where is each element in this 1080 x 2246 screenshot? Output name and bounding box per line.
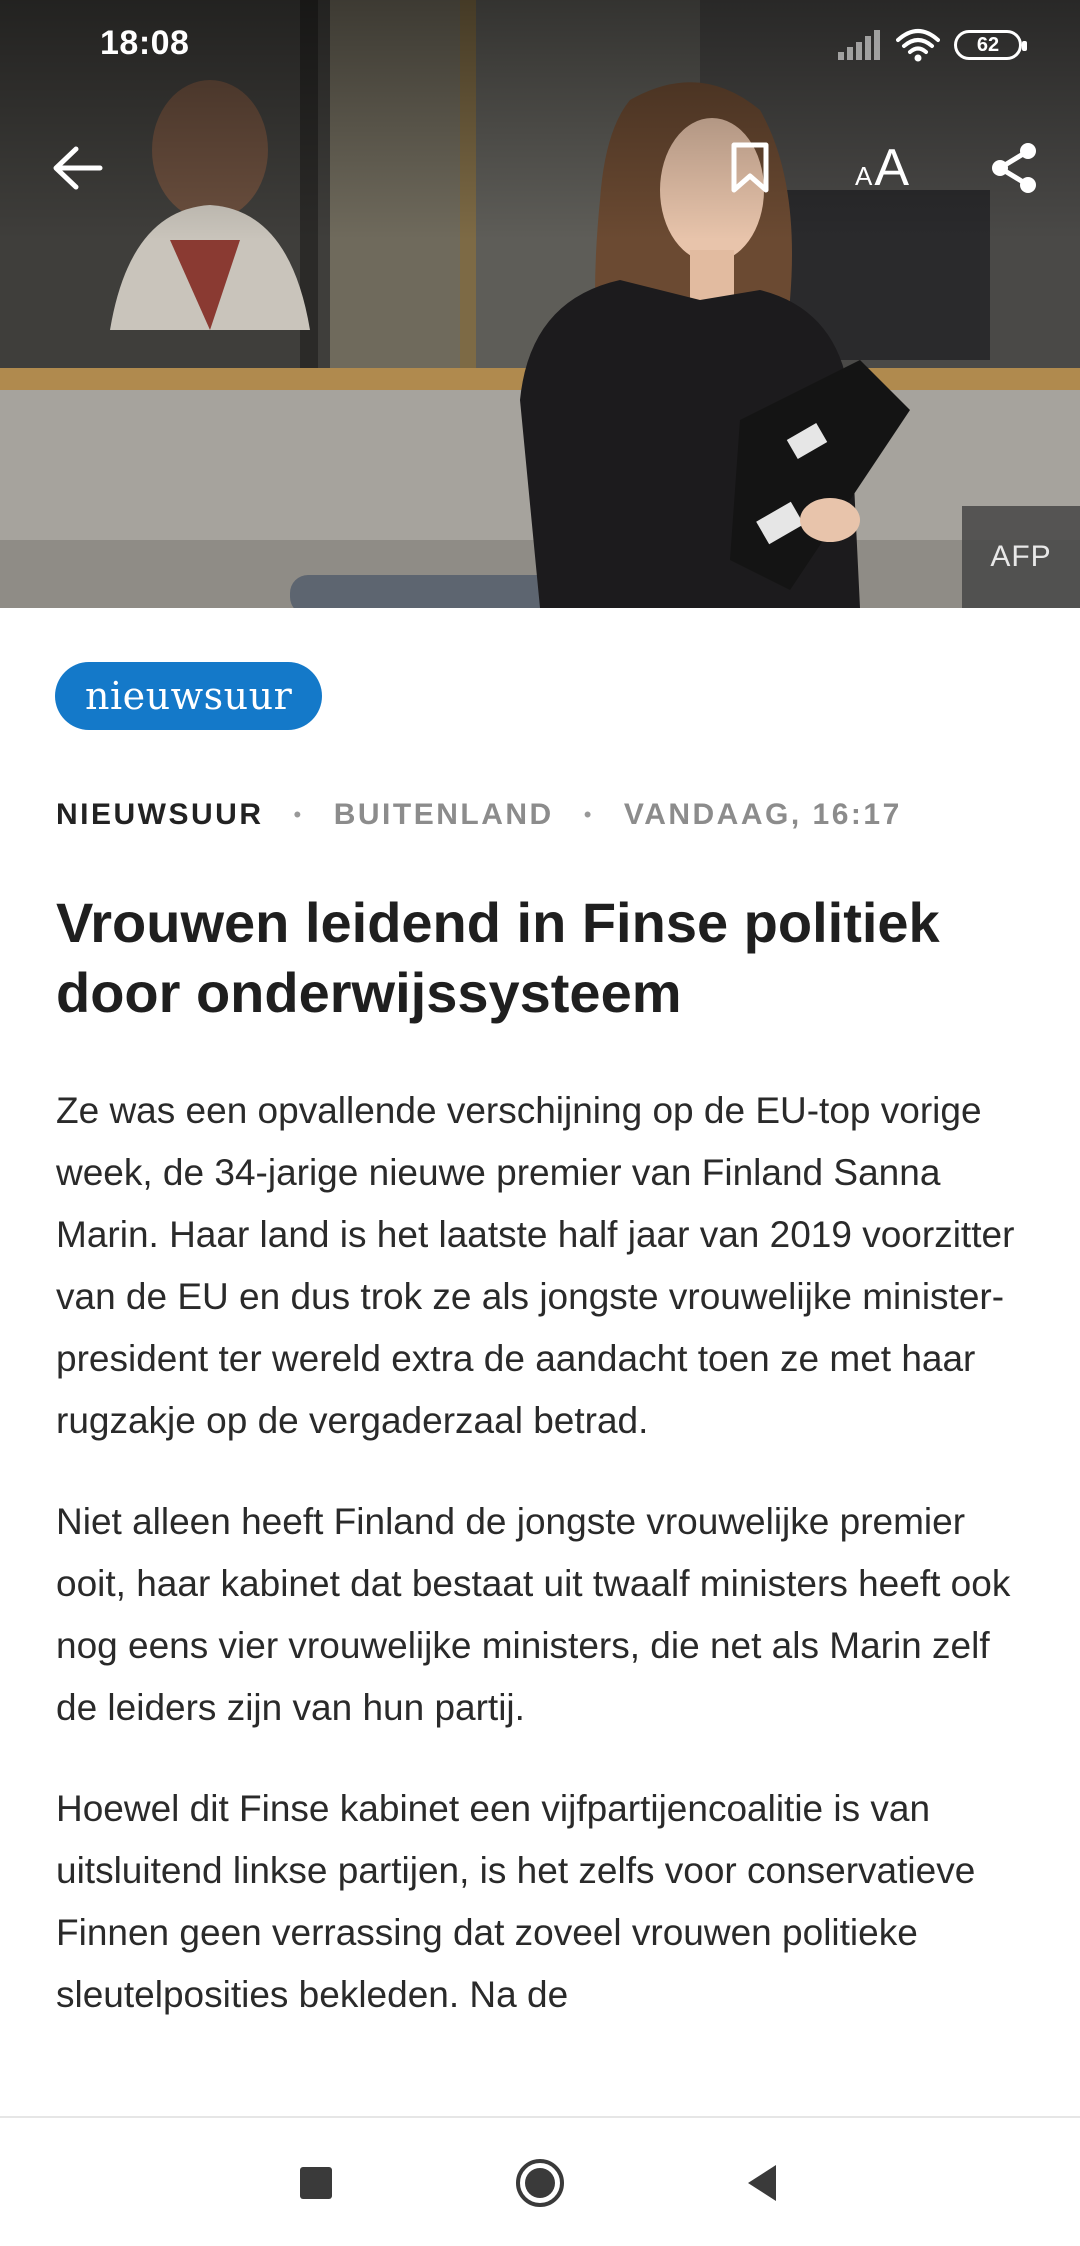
signal-icon <box>838 30 880 60</box>
article-paragraph: Niet alleen heeft Finland de jongste vro… <box>56 1501 1011 1728</box>
meta-separator: • <box>583 802 594 827</box>
article-screen: 18:08 62 A A AFP nieuwsuur NIEUWSUUR • B… <box>0 0 1080 2246</box>
status-time: 18:08 <box>100 24 190 62</box>
nav-back-button[interactable] <box>722 2148 802 2218</box>
bookmark-button[interactable] <box>702 120 798 216</box>
bookmark-icon <box>731 142 769 193</box>
article-source[interactable]: NIEUWSUUR <box>56 798 264 832</box>
font-size-icon: A A <box>854 139 910 197</box>
status-icons: 62 <box>838 28 1027 62</box>
status-bar: 18:08 62 <box>0 0 1080 96</box>
nav-back-icon <box>748 2165 776 2201</box>
back-button[interactable] <box>30 120 126 216</box>
share-button[interactable] <box>966 120 1062 216</box>
hero-image: 18:08 62 A A AFP <box>0 0 1080 608</box>
home-icon <box>516 2159 564 2207</box>
home-button[interactable] <box>500 2148 580 2218</box>
recent-apps-icon <box>300 2167 332 2199</box>
wifi-icon <box>896 29 940 62</box>
article-meta: NIEUWSUUR • BUITENLAND • VANDAAG, 16:17 <box>56 798 902 832</box>
system-nav-bar <box>0 2116 1080 2246</box>
recent-apps-button[interactable] <box>276 2148 356 2218</box>
article-category[interactable]: BUITENLAND <box>334 798 554 832</box>
article-paragraph: Ze was een opvallende verschijning op de… <box>56 1090 1015 1441</box>
article-body: Ze was een opvallende verschijning op de… <box>56 1080 1026 2065</box>
photo-credit: AFP <box>962 506 1080 608</box>
share-icon <box>992 143 1036 193</box>
article-title: Vrouwen leidend in Finse politiek door o… <box>56 891 940 1024</box>
article-date: VANDAAG, 16:17 <box>623 798 902 831</box>
battery-level: 62 <box>976 33 1000 56</box>
article-toolbar: A A <box>0 120 1080 216</box>
back-arrow-icon <box>53 146 103 190</box>
battery-icon: 62 <box>954 30 1027 60</box>
brand-pill[interactable]: nieuwsuur <box>55 662 323 730</box>
article-paragraph: Hoewel dit Finse kabinet een vijfpartije… <box>56 1788 976 2015</box>
font-size-button[interactable]: A A <box>834 120 930 216</box>
meta-separator: • <box>293 802 304 827</box>
